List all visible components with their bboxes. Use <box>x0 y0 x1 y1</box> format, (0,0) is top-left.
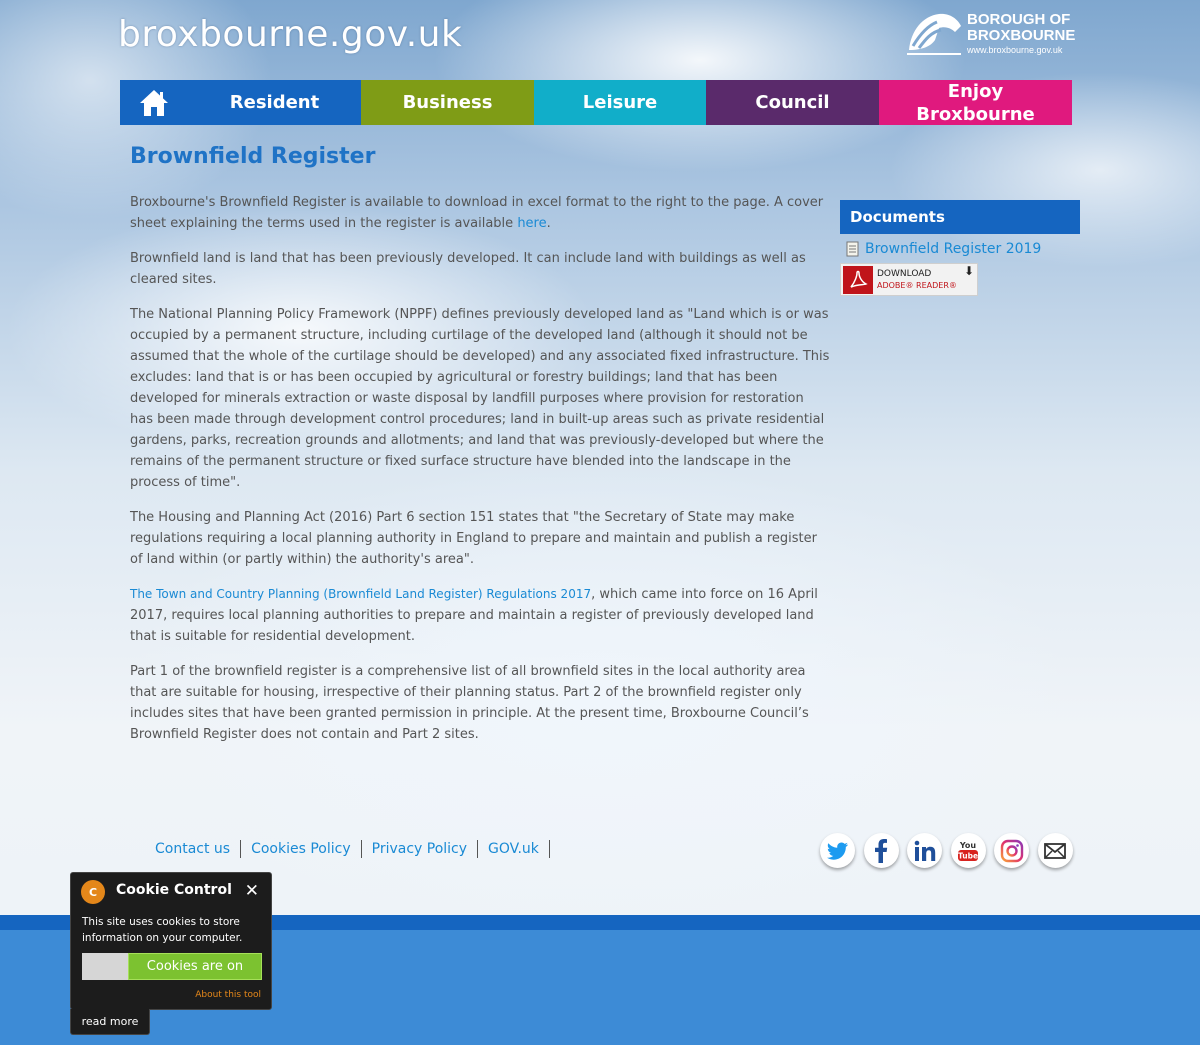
adobe-line2: ADOBE® READER® <box>877 280 957 290</box>
pdf-icon <box>843 265 873 294</box>
site-logo-text[interactable]: broxbourne.gov.uk <box>118 14 462 55</box>
adobe-reader-button[interactable]: DOWNLOAD ADOBE® READER® ⬇ <box>840 263 978 296</box>
footer-contact-link[interactable]: Contact us <box>155 841 240 857</box>
borough-line2: BROXBOURNE <box>967 26 1076 44</box>
cookie-title: Cookie Control <box>116 882 232 898</box>
nav-leisure[interactable]: Leisure <box>534 80 706 125</box>
social-links: You Tube <box>820 833 1082 868</box>
footer-privacy-link[interactable]: Privacy Policy <box>372 841 477 857</box>
main-nav: Resident Business Leisure Council Enjoy … <box>120 80 1072 125</box>
nav-resident[interactable]: Resident <box>188 80 361 125</box>
cookie-control-panel: C Cookie Control ✕ This site uses cookie… <box>70 872 272 1010</box>
linkedin-icon[interactable] <box>907 833 943 868</box>
intro-end: . <box>546 216 551 231</box>
download-arrow-icon: ⬇ <box>963 264 974 278</box>
document-icon <box>846 241 859 257</box>
email-icon[interactable] <box>1037 833 1073 868</box>
paragraph-intro: Broxbourne's Brownfield Register is avai… <box>130 192 830 234</box>
nav-home[interactable] <box>120 80 188 125</box>
instagram-icon[interactable] <box>994 833 1030 868</box>
cookie-toggle-knob <box>82 953 128 980</box>
read-more-button[interactable]: read more <box>70 1009 150 1035</box>
divider <box>360 840 362 858</box>
cookie-toggle-label: Cookies are on <box>128 953 262 980</box>
youtube-icon[interactable]: You Tube <box>950 833 986 868</box>
borough-line1: BOROUGH OF <box>967 10 1071 28</box>
main-content: Broxbourne's Brownfield Register is avai… <box>130 192 830 759</box>
document-link-label: Brownfield Register 2019 <box>865 241 1042 257</box>
about-tool-link[interactable]: About this tool <box>195 990 261 1000</box>
paragraph-nppf: The National Planning Policy Framework (… <box>130 307 830 490</box>
documents-panel: Documents Brownfield Register 2019 DOWNL… <box>840 200 1080 296</box>
adobe-line1: DOWNLOAD <box>877 268 932 279</box>
intro-text: Broxbourne's Brownfield Register is avai… <box>130 195 824 231</box>
nav-council[interactable]: Council <box>706 80 879 125</box>
footer-links: Contact us Cookies Policy Privacy Policy… <box>155 838 560 860</box>
paragraph-housing-act: The Housing and Planning Act (2016) Part… <box>130 510 817 567</box>
nav-business[interactable]: Business <box>361 80 534 125</box>
regulations-link[interactable]: The Town and Country Planning (Brownfiel… <box>130 587 591 601</box>
cookie-icon: C <box>81 880 105 904</box>
borough-url: www.broxbourne.gov.uk <box>967 44 1063 55</box>
borough-logo[interactable]: BOROUGH OF BROXBOURNE www.broxbourne.gov… <box>905 8 1076 58</box>
document-link[interactable]: Brownfield Register 2019 <box>840 241 1080 257</box>
home-icon <box>140 89 168 116</box>
paragraph-definition: Brownfield land is land that has been pr… <box>130 251 806 287</box>
divider <box>548 840 550 858</box>
twitter-icon[interactable] <box>820 833 855 868</box>
page-title: Brownfield Register <box>130 144 376 169</box>
documents-heading: Documents <box>840 200 1080 234</box>
svg-text:You: You <box>959 841 977 850</box>
facebook-icon[interactable] <box>863 833 899 868</box>
footer-cookies-link[interactable]: Cookies Policy <box>251 841 361 857</box>
divider <box>240 840 242 858</box>
cookie-toggle[interactable]: Cookies are on <box>82 953 262 980</box>
divider <box>477 840 479 858</box>
paragraph-parts: Part 1 of the brownfield register is a c… <box>130 664 809 742</box>
here-link[interactable]: here <box>517 216 546 231</box>
svg-text:Tube: Tube <box>958 851 978 860</box>
nav-enjoy-broxbourne[interactable]: Enjoy Broxbourne <box>879 80 1072 125</box>
cookie-message: This site uses cookies to store informat… <box>82 916 243 944</box>
paragraph-regulations: The Town and Country Planning (Brownfiel… <box>130 584 830 647</box>
close-icon[interactable]: ✕ <box>245 881 259 901</box>
footer-govuk-link[interactable]: GOV.uk <box>488 841 549 857</box>
badger-icon <box>907 13 961 55</box>
